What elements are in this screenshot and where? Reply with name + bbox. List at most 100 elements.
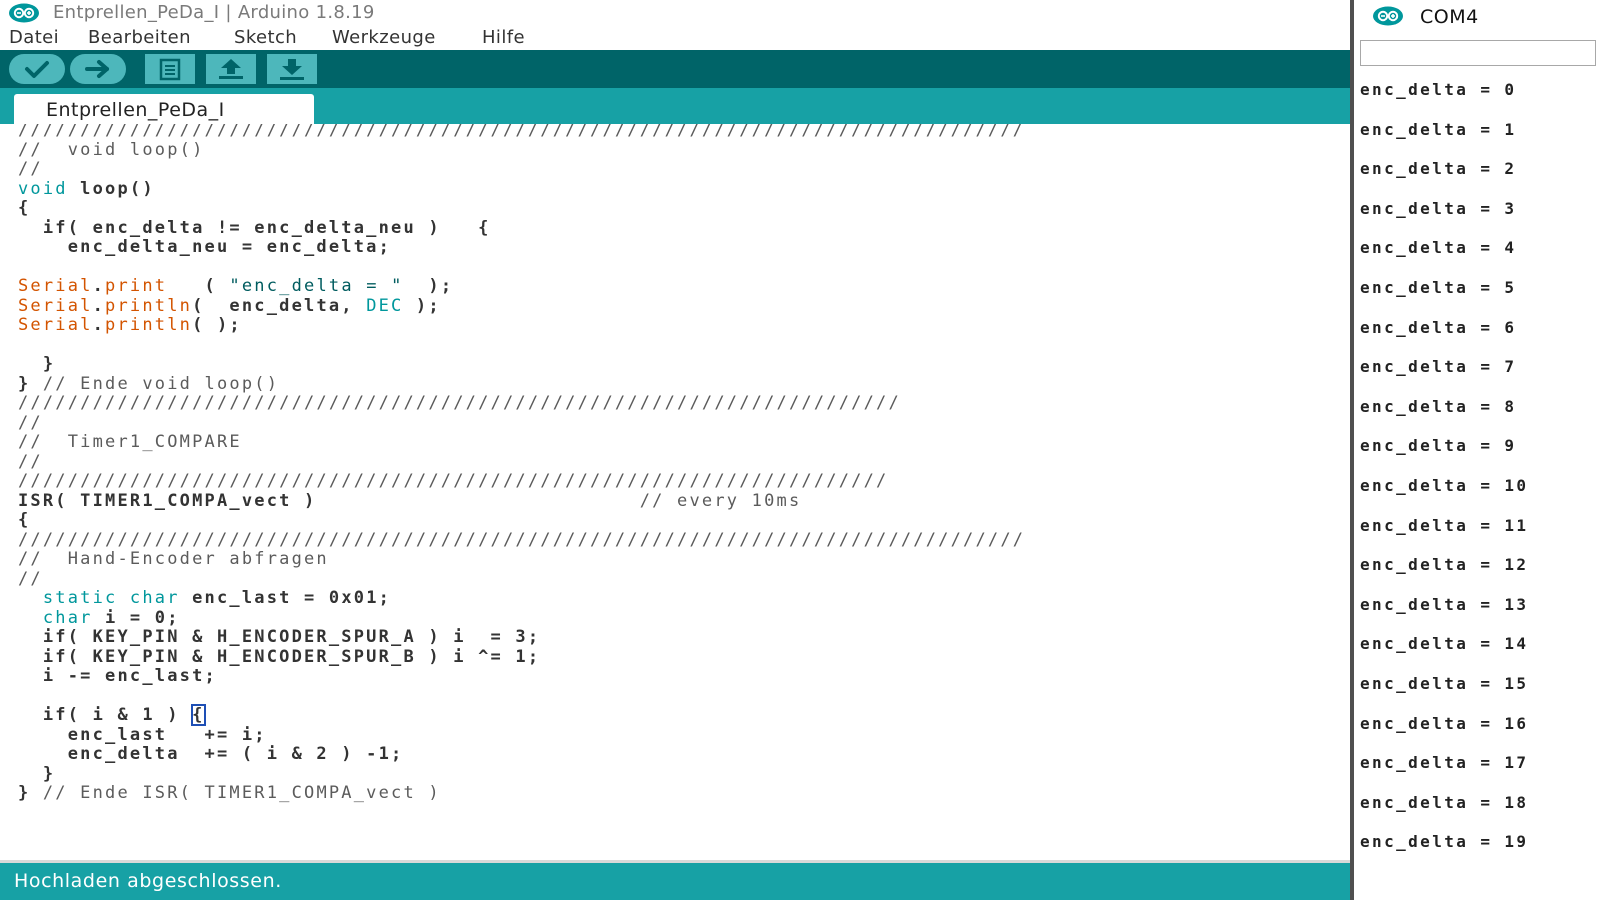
code-line: { bbox=[18, 198, 1025, 219]
code-line: } // Ende void loop() bbox=[18, 374, 1025, 395]
code-token: // every 10ms bbox=[639, 490, 802, 511]
code-token: { bbox=[18, 198, 31, 218]
code-token: } bbox=[18, 354, 56, 374]
code-line: i -= enc_last; bbox=[18, 666, 1025, 687]
new-sketch-button[interactable] bbox=[145, 54, 195, 84]
toolbar bbox=[0, 50, 1350, 88]
upload-button[interactable] bbox=[70, 54, 126, 84]
serial-output-line: enc_delta = 12 bbox=[1360, 555, 1529, 575]
code-line: } // Ende ISR( TIMER1_COMPA_vect ) bbox=[18, 783, 1025, 804]
code-line: if( KEY_PIN & H_ENCODER_SPUR_B ) i ^= 1; bbox=[18, 647, 1025, 668]
code-line: } bbox=[18, 763, 1025, 785]
document-icon bbox=[159, 58, 181, 81]
tab-sketch[interactable]: Entprellen_PeDa_I bbox=[14, 94, 314, 124]
code-lines: ////////////////////////////////////////… bbox=[18, 124, 1025, 804]
code-token: static bbox=[42, 588, 118, 608]
serial-output-line: enc_delta = 9 bbox=[1360, 436, 1517, 456]
code-line: // bbox=[18, 568, 1025, 590]
serial-output-line: enc_delta = 4 bbox=[1360, 238, 1517, 258]
code-line: ////////////////////////////////////////… bbox=[18, 124, 1025, 141]
code-token: Serial bbox=[18, 315, 93, 335]
menu-bearbeiten[interactable]: Bearbeiten bbox=[88, 27, 191, 48]
arrow-up-icon bbox=[219, 59, 243, 79]
code-token: } bbox=[18, 763, 56, 784]
code-token: . bbox=[92, 276, 106, 296]
code-token: char bbox=[129, 588, 180, 608]
serial-output-line: enc_delta = 2 bbox=[1360, 159, 1517, 179]
serial-output-line: enc_delta = 11 bbox=[1360, 515, 1529, 535]
window-border bbox=[1350, 0, 1354, 900]
serial-output-line: enc_delta = 6 bbox=[1360, 317, 1517, 337]
serial-output-line: enc_delta = 13 bbox=[1360, 594, 1529, 614]
code-token: enc_delta_neu = enc_delta; bbox=[18, 237, 392, 257]
code-token: // Ende ISR( TIMER1_COMPA_vect ) bbox=[42, 783, 441, 803]
code-line: // bbox=[18, 451, 1025, 473]
code-line: Serial.print ( "enc_delta = " ); bbox=[18, 276, 1025, 297]
code-token: loop() bbox=[67, 178, 155, 199]
menu-bar: Datei Bearbeiten Sketch Werkzeuge Hilfe bbox=[0, 26, 1350, 50]
code-token: ( enc_delta, bbox=[192, 295, 367, 316]
verify-button[interactable] bbox=[9, 54, 65, 84]
serial-output-line: enc_delta = 16 bbox=[1360, 713, 1529, 733]
tab-bar: Entprellen_PeDa_I bbox=[0, 88, 1350, 124]
serial-send-input[interactable] bbox=[1360, 40, 1596, 66]
serial-output-line: enc_delta = 10 bbox=[1360, 475, 1529, 495]
code-line: { bbox=[18, 510, 1025, 531]
code-token: if( enc_delta != enc_delta_neu ) { bbox=[18, 217, 491, 238]
menu-sketch[interactable]: Sketch bbox=[234, 27, 297, 48]
code-line: void loop() bbox=[18, 178, 1025, 200]
code-token: enc_last = 0x01; bbox=[179, 588, 392, 608]
open-sketch-button[interactable] bbox=[206, 54, 256, 84]
arduino-ide-window: Entprellen_PeDa_I | Arduino 1.8.19 Datei… bbox=[0, 0, 1350, 900]
code-token: ( ); bbox=[192, 315, 242, 335]
code-line: ////////////////////////////////////////… bbox=[18, 393, 1025, 414]
code-token: void bbox=[18, 178, 68, 199]
serial-output-line: enc_delta = 14 bbox=[1360, 634, 1529, 654]
serial-port-title: COM4 bbox=[1420, 6, 1479, 28]
code-token: println bbox=[105, 315, 193, 335]
code-token: // bbox=[18, 568, 43, 589]
code-token: ISR( TIMER1_COMPA_vect ) bbox=[18, 490, 640, 511]
code-line: // bbox=[18, 159, 1025, 180]
code-line: ISR( TIMER1_COMPA_vect ) // every 10ms bbox=[18, 490, 1025, 512]
serial-output-line: enc_delta = 17 bbox=[1360, 753, 1529, 773]
code-editor[interactable]: ////////////////////////////////////////… bbox=[0, 124, 1350, 860]
serial-output-line: enc_delta = 18 bbox=[1360, 792, 1529, 812]
code-token: . bbox=[92, 315, 106, 335]
code-token: ////////////////////////////////////////… bbox=[18, 124, 1026, 140]
tab-label: Entprellen_PeDa_I bbox=[46, 99, 225, 121]
serial-output-line: enc_delta = 15 bbox=[1360, 673, 1529, 693]
serial-monitor-window: COM4 enc_delta = 0 enc_delta = 1 enc_delta… bbox=[1350, 0, 1600, 900]
code-token: enc_last += i; bbox=[18, 724, 267, 745]
save-sketch-button[interactable] bbox=[267, 54, 317, 84]
code-line: Serial.println( ); bbox=[18, 315, 1025, 336]
code-token: i -= enc_last; bbox=[18, 666, 217, 686]
code-token: // bbox=[18, 159, 43, 179]
code-token: print bbox=[105, 276, 168, 296]
code-line: ////////////////////////////////////////… bbox=[18, 471, 1025, 492]
code-token: DEC bbox=[366, 295, 404, 316]
code-token: // Timer1_COMPARE bbox=[18, 432, 242, 452]
code-line: if( i & 1 ) { bbox=[18, 704, 1025, 726]
serial-output[interactable]: enc_delta = 0 enc_delta = 1 enc_delta = 2 e… bbox=[1360, 70, 1600, 900]
code-token: "enc_delta = " bbox=[229, 276, 404, 296]
title-bar: Entprellen_PeDa_I | Arduino 1.8.19 bbox=[0, 0, 1350, 26]
code-token: Serial bbox=[18, 276, 93, 296]
menu-werkzeuge[interactable]: Werkzeuge bbox=[332, 27, 436, 48]
code-token: println bbox=[105, 295, 193, 316]
status-bar: Hochladen abgeschlossen. bbox=[0, 863, 1350, 900]
code-token: ); bbox=[403, 295, 441, 316]
menu-datei[interactable]: Datei bbox=[9, 27, 59, 48]
code-line: ////////////////////////////////////////… bbox=[18, 529, 1026, 551]
code-token: ////////////////////////////////////////… bbox=[18, 529, 1026, 550]
code-token: i = 0; bbox=[92, 607, 180, 628]
code-token: // bbox=[18, 451, 43, 472]
arrow-down-icon bbox=[280, 59, 304, 80]
code-token: } bbox=[18, 783, 43, 803]
arduino-logo-icon bbox=[8, 3, 40, 27]
code-line: if( enc_delta != enc_delta_neu ) { bbox=[18, 217, 1025, 239]
menu-hilfe[interactable]: Hilfe bbox=[482, 27, 525, 48]
code-token: // Hand-Encoder abfragen bbox=[18, 549, 329, 569]
